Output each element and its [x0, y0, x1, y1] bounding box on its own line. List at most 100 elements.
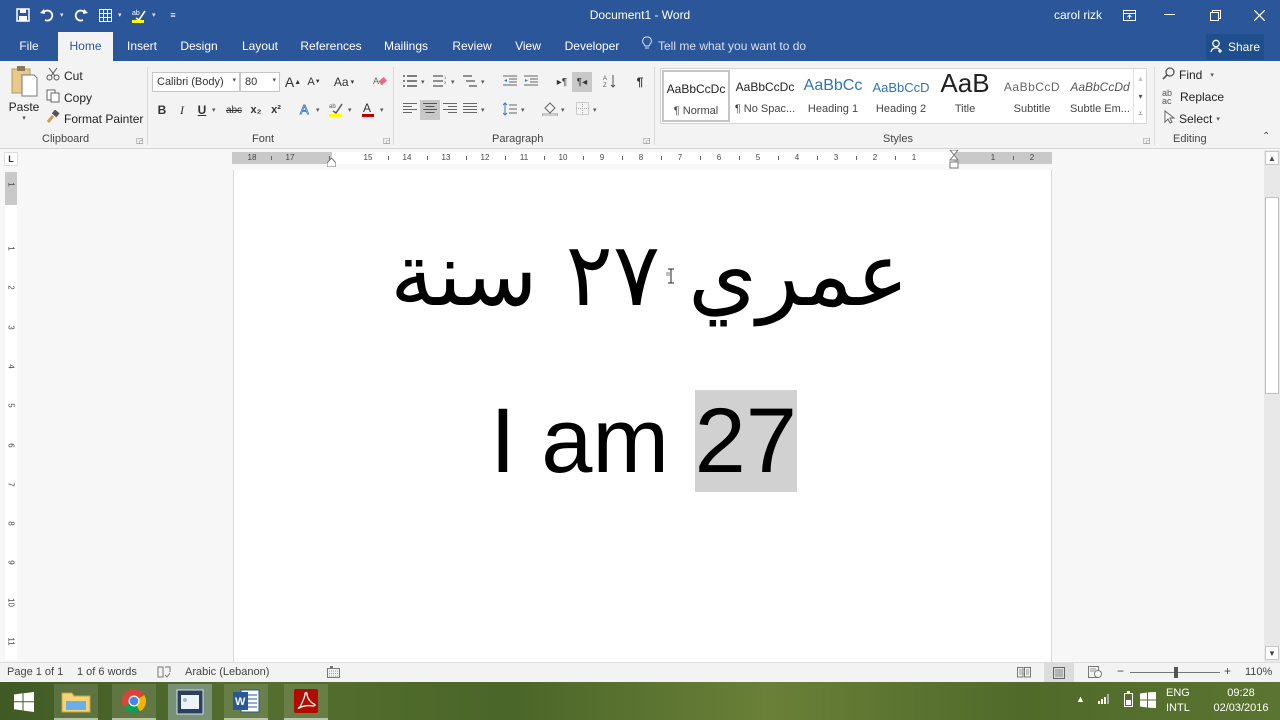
input-language[interactable]: ENG INTL: [1166, 686, 1190, 716]
text-effects-button[interactable]: A: [296, 100, 316, 120]
table-icon[interactable]: [94, 4, 116, 26]
macro-recording-icon[interactable]: [327, 666, 340, 681]
save-icon[interactable]: [12, 4, 34, 26]
numbering-dropdown-icon[interactable]: ▾: [451, 78, 455, 86]
paragraph-launcher-icon[interactable]: ◲: [643, 136, 651, 145]
arabic-paragraph[interactable]: عمري ٢٧ سنة: [234, 210, 1053, 340]
style-heading-2[interactable]: AaBbCcD Heading 2: [867, 70, 935, 122]
vertical-scrollbar[interactable]: ▲ ▼: [1264, 150, 1280, 662]
align-right-button[interactable]: [440, 100, 460, 120]
rtl-direction-button[interactable]: ¶◂: [572, 72, 592, 92]
spelling-dropdown-icon[interactable]: ▾: [152, 11, 160, 19]
english-paragraph[interactable]: I am 27: [234, 363, 1053, 519]
underline-button[interactable]: U: [192, 100, 212, 120]
styles-scroll-up-icon[interactable]: ▴: [1133, 69, 1147, 87]
justify-button[interactable]: [460, 100, 480, 120]
find-button[interactable]: Find ▾: [1162, 67, 1214, 83]
styles-more-icon[interactable]: ⩡: [1133, 105, 1147, 123]
shading-button[interactable]: [540, 100, 560, 120]
replace-button[interactable]: ab ac Replace: [1162, 89, 1224, 106]
language-status[interactable]: Arabic (Lebanon): [185, 666, 269, 678]
show-formatting-button[interactable]: ¶: [630, 72, 650, 92]
numbering-button[interactable]: 12: [430, 72, 450, 92]
font-name-box[interactable]: Calibri (Body) ▾: [152, 72, 240, 92]
zoom-in-icon[interactable]: +: [1224, 664, 1231, 678]
collapse-ribbon-icon[interactable]: ⌃: [1262, 131, 1270, 142]
strikethrough-button[interactable]: abc: [224, 100, 244, 120]
undo-icon[interactable]: [36, 4, 58, 26]
font-color-dropdown-icon[interactable]: ▾: [380, 106, 384, 114]
justify-dropdown-icon[interactable]: ▾: [481, 106, 485, 114]
font-size-box[interactable]: 80 ▾: [240, 72, 280, 92]
style-normal[interactable]: AaBbCcDc ¶ Normal: [662, 70, 730, 122]
font-size-dropdown-icon[interactable]: ▾: [272, 76, 276, 84]
tab-references[interactable]: References: [296, 32, 366, 61]
zoom-level[interactable]: 110%: [1245, 666, 1272, 678]
change-case-button[interactable]: Aa ▾: [330, 72, 358, 92]
tab-review[interactable]: Review: [446, 32, 498, 61]
proofing-icon[interactable]: [157, 666, 171, 681]
subscript-button[interactable]: x₂: [246, 100, 266, 120]
redo-icon[interactable]: [70, 4, 92, 26]
format-painter-button[interactable]: Format Painter: [46, 109, 143, 127]
photo-viewer-icon[interactable]: [168, 684, 212, 720]
minimize-icon[interactable]: [1146, 0, 1192, 30]
font-color-button[interactable]: A: [358, 100, 378, 120]
style-title[interactable]: AaB Title: [931, 68, 999, 122]
action-center-icon[interactable]: [1140, 692, 1156, 711]
document-page[interactable]: عمري ٢٧ سنة I am 27: [233, 170, 1052, 662]
borders-button[interactable]: [572, 100, 592, 120]
ltr-direction-button[interactable]: ▸¶: [552, 72, 572, 92]
select-button[interactable]: Select ▾: [1164, 109, 1220, 127]
sort-button[interactable]: AZ: [600, 72, 620, 92]
styles-scroll-down-icon[interactable]: ▾: [1133, 87, 1147, 105]
shrink-font-button[interactable]: A ▼: [304, 72, 324, 92]
word-count[interactable]: 1 of 6 words: [77, 666, 137, 678]
clear-formatting-button[interactable]: A: [370, 72, 390, 92]
scroll-up-icon[interactable]: ▲: [1265, 151, 1279, 165]
bold-button[interactable]: B: [152, 100, 172, 120]
paste-dropdown-icon[interactable]: ▾: [22, 114, 26, 122]
scroll-down-icon[interactable]: ▼: [1265, 646, 1279, 660]
font-launcher-icon[interactable]: ◲: [383, 136, 391, 145]
tab-developer[interactable]: Developer: [558, 32, 626, 61]
file-explorer-icon[interactable]: [54, 684, 98, 720]
bullets-button[interactable]: [400, 72, 420, 92]
zoom-out-icon[interactable]: −: [1117, 664, 1124, 678]
tab-layout[interactable]: Layout: [234, 32, 286, 61]
style-no-spacing[interactable]: AaBbCcDc ¶ No Spac...: [731, 70, 799, 122]
align-left-button[interactable]: [400, 100, 420, 120]
selected-text[interactable]: 27: [694, 390, 797, 492]
print-layout-icon[interactable]: [1044, 663, 1074, 682]
tab-design[interactable]: Design: [174, 32, 224, 61]
font-name-dropdown-icon[interactable]: ▾: [232, 76, 236, 84]
horizontal-ruler[interactable]: 18 17 15 14 13 12 11 10 9 8 7 6 5 4 3 2 1 1 2: [232, 149, 1052, 169]
align-center-button[interactable]: [420, 100, 440, 120]
superscript-button[interactable]: x²: [266, 100, 286, 120]
borders-dropdown-icon[interactable]: ▾: [593, 106, 597, 114]
highlight-button[interactable]: ab: [326, 100, 346, 120]
shading-dropdown-icon[interactable]: ▾: [561, 106, 565, 114]
italic-button[interactable]: I: [172, 100, 192, 120]
network-icon[interactable]: [1098, 692, 1112, 707]
styles-launcher-icon[interactable]: ◲: [1143, 136, 1151, 145]
acrobat-icon[interactable]: [284, 684, 328, 720]
style-heading-1[interactable]: AaBbCc Heading 1: [799, 70, 867, 122]
scrollbar-thumb[interactable]: [1265, 197, 1279, 394]
select-dropdown-icon[interactable]: ▾: [1216, 115, 1220, 123]
customize-icon[interactable]: ≡: [162, 4, 184, 26]
web-layout-icon[interactable]: [1088, 666, 1102, 681]
read-mode-icon[interactable]: [1017, 666, 1031, 681]
tell-me-search[interactable]: Tell me what you want to do: [642, 32, 806, 61]
close-icon[interactable]: [1236, 0, 1280, 30]
clipboard-launcher-icon[interactable]: ◲: [136, 136, 144, 145]
multilevel-list-dropdown-icon[interactable]: ▾: [481, 78, 485, 86]
tab-view[interactable]: View: [508, 32, 548, 61]
show-hidden-icons[interactable]: ▲: [1076, 694, 1085, 704]
copy-button[interactable]: Copy: [46, 89, 92, 106]
vertical-ruler[interactable]: 1 1 2 3 4 5 6 7 8 9 10 11: [5, 172, 17, 660]
line-spacing-button[interactable]: [500, 100, 520, 120]
tab-file[interactable]: File: [8, 32, 50, 61]
text-effects-dropdown-icon[interactable]: ▾: [316, 106, 320, 114]
paste-button[interactable]: Paste ▾: [8, 65, 40, 122]
